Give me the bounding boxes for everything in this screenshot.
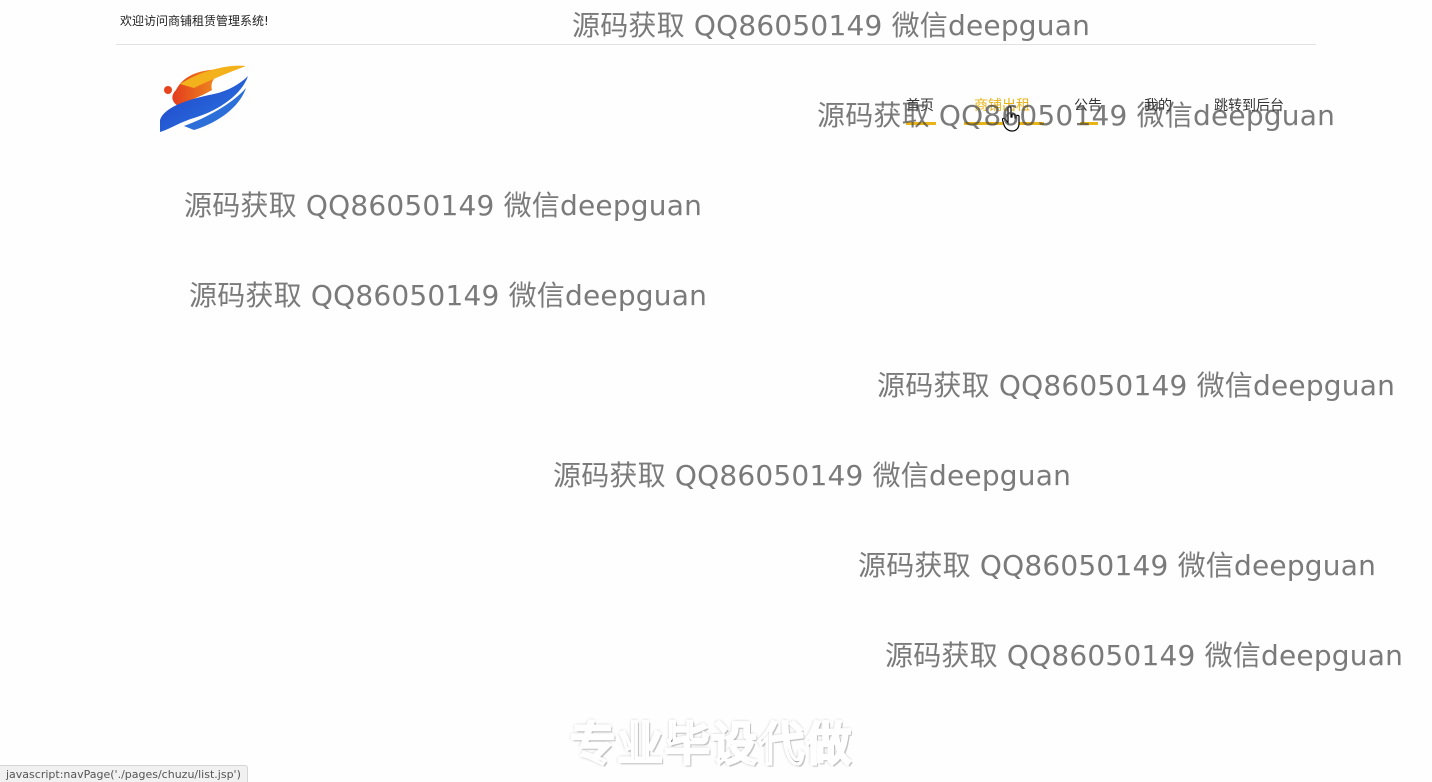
watermark-text: 源码获取 QQ86050149 微信deepguan xyxy=(184,189,703,222)
welcome-text: 欢迎访问商铺租赁管理系统! xyxy=(120,14,269,28)
browser-status-bar: javascript:navPage('./pages/chuzu/list.j… xyxy=(0,765,248,782)
watermark-text: 源码获取 QQ86050149 微信deepguan xyxy=(877,369,1396,402)
watermark-text: 源码获取 QQ86050149 微信deepguan xyxy=(553,459,1072,492)
promo-banner: 专业毕设代做 xyxy=(569,716,852,772)
watermark-text: 源码获取 QQ86050149 微信deepguan xyxy=(858,549,1377,582)
watermark-text: 源码获取 QQ86050149 微信deepguan xyxy=(572,9,1091,42)
watermark-text: 源码获取 QQ86050149 微信deepguan xyxy=(817,99,1336,132)
watermark-text: 源码获取 QQ86050149 微信deepguan xyxy=(189,279,708,312)
swoosh-logo-icon xyxy=(160,65,248,132)
site-logo[interactable] xyxy=(154,60,250,136)
watermark-text: 源码获取 QQ86050149 微信deepguan xyxy=(885,639,1404,672)
